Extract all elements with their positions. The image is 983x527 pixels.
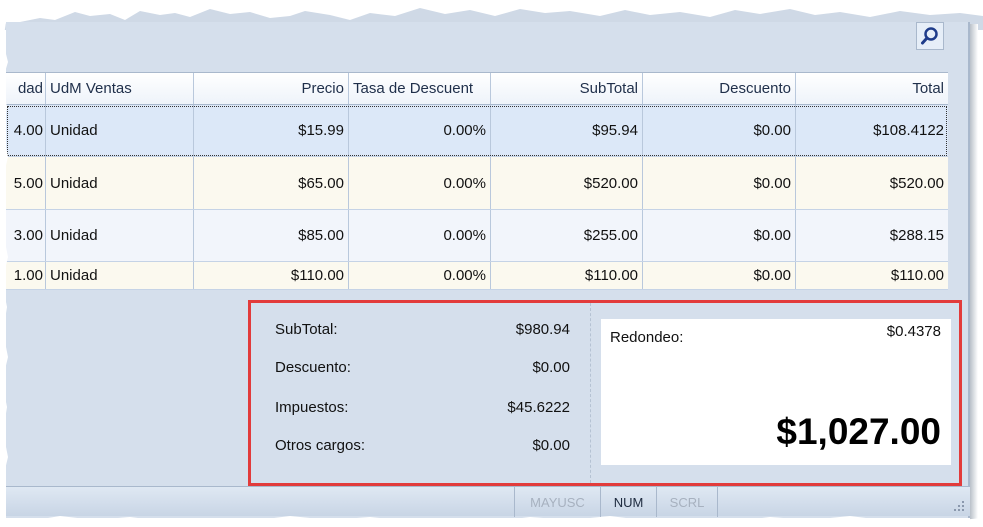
cell-uom[interactable]: Unidad: [46, 262, 194, 289]
cell-subtotal[interactable]: $110.00: [491, 262, 643, 289]
cell-total[interactable]: $520.00: [796, 157, 948, 209]
table-row[interactable]: 3.00 Unidad $85.00 0.00% $255.00 $0.00 $…: [6, 210, 948, 262]
table-row[interactable]: 5.00 Unidad $65.00 0.00% $520.00 $0.00 $…: [6, 157, 948, 210]
cell-discount-rate[interactable]: 0.00%: [349, 210, 491, 261]
search-icon: [921, 27, 938, 45]
cell-price[interactable]: $110.00: [194, 262, 349, 289]
window-shadow: [970, 24, 978, 520]
column-header-uom[interactable]: UdM Ventas: [46, 73, 194, 104]
cell-price[interactable]: $65.00: [194, 157, 349, 209]
cell-uom[interactable]: Unidad: [46, 210, 194, 261]
other-charges-label: Otros cargos:: [275, 437, 366, 454]
cell-price[interactable]: $85.00: [194, 210, 349, 261]
cell-subtotal[interactable]: $95.94: [491, 105, 643, 156]
cell-discount[interactable]: $0.00: [643, 157, 796, 209]
cell-discount-rate[interactable]: 0.00%: [349, 157, 491, 209]
cell-quantity[interactable]: 3.00: [6, 210, 46, 261]
other-charges-row: Otros cargos: $0.00: [275, 437, 570, 454]
grid-header: dad UdM Ventas Precio Tasa de Descuent S…: [6, 73, 948, 105]
taxes-row: Impuestos: $45.6222: [275, 399, 570, 416]
cell-quantity[interactable]: 4.00: [6, 105, 46, 156]
cell-subtotal[interactable]: $520.00: [491, 157, 643, 209]
cell-discount-rate[interactable]: 0.00%: [349, 105, 491, 156]
resize-grip-icon[interactable]: [952, 499, 966, 513]
line-items-grid[interactable]: dad UdM Ventas Precio Tasa de Descuent S…: [6, 72, 948, 290]
subtotal-label: SubTotal:: [275, 321, 338, 338]
cell-uom[interactable]: Unidad: [46, 105, 194, 156]
totals-breakdown: SubTotal: $980.94 Descuento: $0.00 Impue…: [251, 303, 591, 483]
torn-edge-left: [0, 22, 8, 522]
cell-total[interactable]: $288.15: [796, 210, 948, 261]
cell-subtotal[interactable]: $255.00: [491, 210, 643, 261]
grand-total: $1,027.00: [776, 411, 941, 452]
column-header-discount-rate[interactable]: Tasa de Descuent: [349, 73, 491, 104]
search-button[interactable]: [916, 22, 944, 50]
cell-total[interactable]: $110.00: [796, 262, 948, 289]
discount-label: Descuento:: [275, 359, 351, 376]
other-charges-value: $0.00: [532, 437, 570, 454]
cell-price[interactable]: $15.99: [194, 105, 349, 156]
table-row[interactable]: 1.00 Unidad $110.00 0.00% $110.00 $0.00 …: [6, 262, 948, 290]
subtotal-row: SubTotal: $980.94: [275, 321, 570, 338]
discount-value: $0.00: [532, 359, 570, 376]
taxes-value: $45.6222: [507, 399, 570, 416]
column-header-quantity[interactable]: dad: [6, 73, 46, 104]
totals-summary-panel: SubTotal: $980.94 Descuento: $0.00 Impue…: [248, 300, 962, 486]
column-header-discount[interactable]: Descuento: [643, 73, 796, 104]
cell-discount[interactable]: $0.00: [643, 105, 796, 156]
column-header-price[interactable]: Precio: [194, 73, 349, 104]
rounding-label: Redondeo:: [610, 329, 684, 346]
table-row[interactable]: 4.00 Unidad $15.99 0.00% $95.94 $0.00 $1…: [6, 105, 948, 157]
taxes-label: Impuestos:: [275, 399, 349, 416]
cell-discount-rate[interactable]: 0.00%: [349, 262, 491, 289]
torn-edge-bottom: [0, 516, 983, 527]
rounding-value: $0.4378: [886, 323, 941, 340]
grand-total-box: Redondeo: $0.4378 $1,027.00: [601, 319, 951, 465]
cell-discount[interactable]: $0.00: [643, 262, 796, 289]
cell-discount[interactable]: $0.00: [643, 210, 796, 261]
discount-row: Descuento: $0.00: [275, 359, 570, 376]
cell-total[interactable]: $108.4122: [796, 105, 948, 156]
cell-uom[interactable]: Unidad: [46, 157, 194, 209]
cell-quantity[interactable]: 1.00: [6, 262, 46, 289]
column-header-total[interactable]: Total: [796, 73, 948, 104]
cell-quantity[interactable]: 5.00: [6, 157, 46, 209]
subtotal-value: $980.94: [515, 321, 570, 338]
column-header-subtotal[interactable]: SubTotal: [491, 73, 643, 104]
